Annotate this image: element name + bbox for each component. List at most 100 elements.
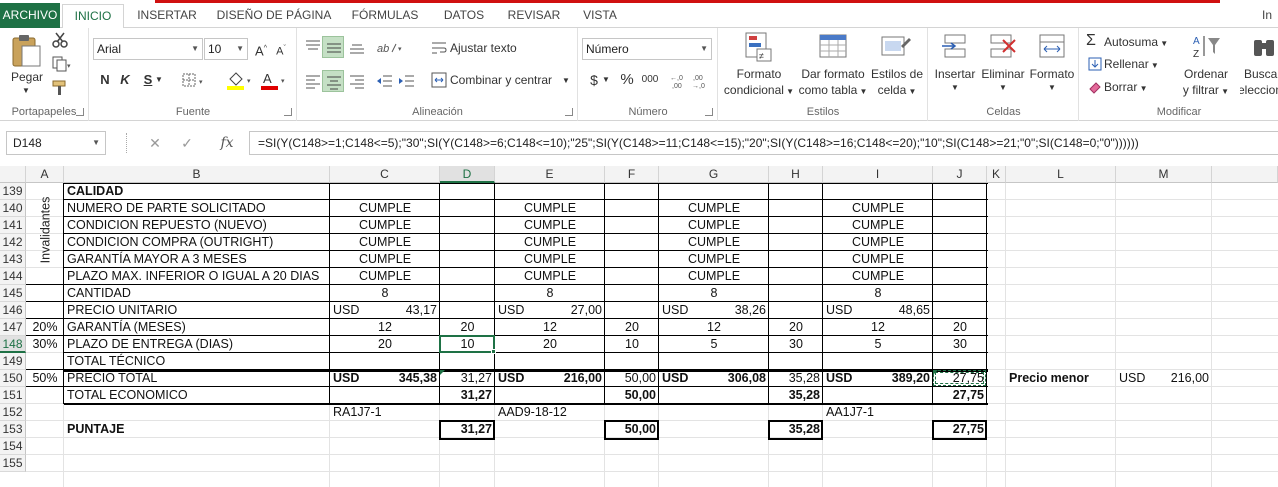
column-header-f[interactable]: F (605, 166, 659, 183)
row-header-144[interactable]: 144 (0, 268, 26, 285)
tab-archivo[interactable]: ARCHIVO (0, 3, 60, 28)
row-header-142[interactable]: 142 (0, 234, 26, 251)
align-right-icon[interactable] (348, 72, 366, 90)
bold-button[interactable]: N (97, 69, 113, 91)
row-header-154[interactable]: 154 (0, 438, 26, 455)
align-middle-button[interactable] (322, 36, 344, 58)
decrease-font-icon[interactable]: Aˇ (272, 38, 290, 60)
tab-datos[interactable]: DATOS (434, 4, 494, 28)
chevron-down-icon[interactable]: ▼ (154, 69, 164, 91)
column-header-l[interactable]: L (1006, 166, 1116, 183)
copy-icon[interactable]: ▾ (52, 56, 72, 72)
enter-icon[interactable]: ✓ (172, 131, 202, 155)
row-header-145[interactable]: 145 (0, 285, 26, 302)
row-header-139[interactable]: 139 (0, 183, 26, 200)
row-header-141[interactable]: 141 (0, 217, 26, 234)
merge-center-button[interactable]: Combinar y centrar (450, 73, 552, 87)
tab-insertar[interactable]: INSERTAR (130, 4, 204, 28)
fill-color-icon[interactable]: ▾ (226, 70, 256, 90)
fill-button[interactable]: Rellenar ▼ (1104, 57, 1159, 71)
number-format-select[interactable]: Número ▼ (582, 38, 712, 60)
error-indicator[interactable] (440, 370, 445, 375)
align-top-icon[interactable] (304, 38, 322, 56)
sort-filter-button[interactable]: AZ Ordenar y filtrar ▼ (1180, 32, 1232, 98)
error-indicator[interactable] (933, 370, 938, 375)
column-header-c[interactable]: C (330, 166, 440, 183)
borders-icon[interactable]: ▾ (182, 73, 208, 87)
cancel-icon[interactable]: ✕ (140, 131, 170, 155)
column-header-d[interactable]: D (440, 166, 495, 183)
align-left-icon[interactable] (304, 72, 322, 90)
cell-i152: AA1J7-1 (826, 405, 874, 419)
column-header-g[interactable]: G (659, 166, 769, 183)
orientation-icon[interactable]: ab ▾ (376, 38, 404, 56)
percent-button[interactable]: % (619, 69, 635, 91)
wrap-text-button[interactable]: Ajustar texto (450, 41, 517, 55)
row-header-155[interactable]: 155 (0, 455, 26, 472)
align-center-button[interactable] (322, 70, 344, 92)
column-header-m[interactable]: M (1116, 166, 1212, 183)
select-all-corner[interactable] (0, 166, 26, 183)
row-header-151[interactable]: 151 (0, 387, 26, 404)
splitter-handle[interactable] (126, 133, 128, 153)
column-header-a[interactable]: A (26, 166, 64, 183)
insert-function-icon[interactable]: fx (210, 131, 244, 155)
wrap-text-icon[interactable] (431, 40, 447, 56)
column-header-k[interactable]: K (987, 166, 1006, 183)
tab-inicio[interactable]: INICIO (62, 4, 124, 29)
format-painter-icon[interactable] (52, 80, 68, 96)
decrease-decimal-icon[interactable]: ,00→,0 (691, 72, 709, 90)
autosum-button[interactable]: Autosuma ▼ (1104, 35, 1168, 49)
format-as-table-button[interactable]: Dar formato como tabla ▼ (797, 32, 869, 98)
name-box[interactable]: D148 ▼ (6, 131, 106, 155)
dialog-launcher-icon[interactable] (76, 108, 84, 116)
font-color-icon[interactable]: A ▾ (260, 70, 290, 90)
font-name-select[interactable]: Arial ▼ (93, 38, 203, 60)
row-header-147[interactable]: 147 (0, 319, 26, 336)
row-header-153[interactable]: 153 (0, 421, 26, 438)
italic-button[interactable]: K (117, 69, 133, 91)
tab-revisar[interactable]: REVISAR (500, 4, 568, 28)
row-header-140[interactable]: 140 (0, 200, 26, 217)
increase-decimal-icon[interactable]: ←,0,00 (669, 72, 687, 90)
row-header-150[interactable]: 150 (0, 370, 26, 387)
font-size-select[interactable]: 10 ▼ (204, 38, 248, 60)
row-header-152[interactable]: 152 (0, 404, 26, 421)
chevron-down-icon[interactable]: ▼ (601, 69, 611, 91)
currency-button[interactable]: $ (587, 69, 601, 91)
insert-cells-button[interactable]: Insertar ▼ (931, 32, 979, 98)
column-header-i[interactable]: I (823, 166, 933, 183)
row-header-146[interactable]: 146 (0, 302, 26, 319)
dialog-launcher-icon[interactable] (565, 108, 573, 116)
clear-button[interactable]: Borrar ▼ (1104, 80, 1147, 94)
thousands-button[interactable]: 000 (639, 69, 661, 91)
formula-input[interactable]: =SI(Y(C148>=1;C148<=5);"30";SI(Y(C148>=6… (249, 131, 1278, 155)
dialog-launcher-icon[interactable] (705, 108, 713, 116)
tab-vista[interactable]: VISTA (574, 4, 626, 28)
increase-indent-icon[interactable] (398, 72, 416, 90)
cell-styles-button[interactable]: Estilos de celda ▼ (869, 32, 925, 98)
dialog-launcher-icon[interactable] (284, 108, 292, 116)
format-cells-button[interactable]: Formato ▼ (1027, 32, 1077, 98)
cut-icon[interactable] (52, 32, 68, 48)
increase-font-icon[interactable]: A^ (252, 38, 270, 60)
row-header-148[interactable]: 148 (0, 336, 26, 353)
find-select-button[interactable]: Buscar seleccion (1240, 32, 1278, 98)
tab-diseno-pagina[interactable]: DISEÑO DE PÁGINA (212, 4, 336, 28)
column-header-h[interactable]: H (769, 166, 823, 183)
merge-center-icon[interactable] (431, 72, 447, 88)
column-header-e[interactable]: E (495, 166, 605, 183)
paste-button[interactable]: Pegar ▼ (6, 32, 46, 100)
column-header-b[interactable]: B (64, 166, 330, 183)
row-header-143[interactable]: 143 (0, 251, 26, 268)
align-bottom-icon[interactable] (348, 38, 366, 56)
tab-more[interactable]: In (1256, 4, 1278, 28)
worksheet-grid[interactable]: A B C D E F G H I J K L M 139 140 141 142 143 144 145 146 147… (0, 166, 1278, 487)
tab-formulas[interactable]: FÓRMULAS (344, 4, 426, 28)
decrease-indent-icon[interactable] (376, 72, 394, 90)
conditional-format-button[interactable]: ≠ Formato condicional ▼ (721, 32, 797, 98)
row-header-149[interactable]: 149 (0, 353, 26, 370)
chevron-down-icon[interactable]: ▼ (562, 76, 570, 85)
column-header-j[interactable]: J (933, 166, 987, 183)
delete-cells-button[interactable]: Eliminar ▼ (979, 32, 1027, 98)
